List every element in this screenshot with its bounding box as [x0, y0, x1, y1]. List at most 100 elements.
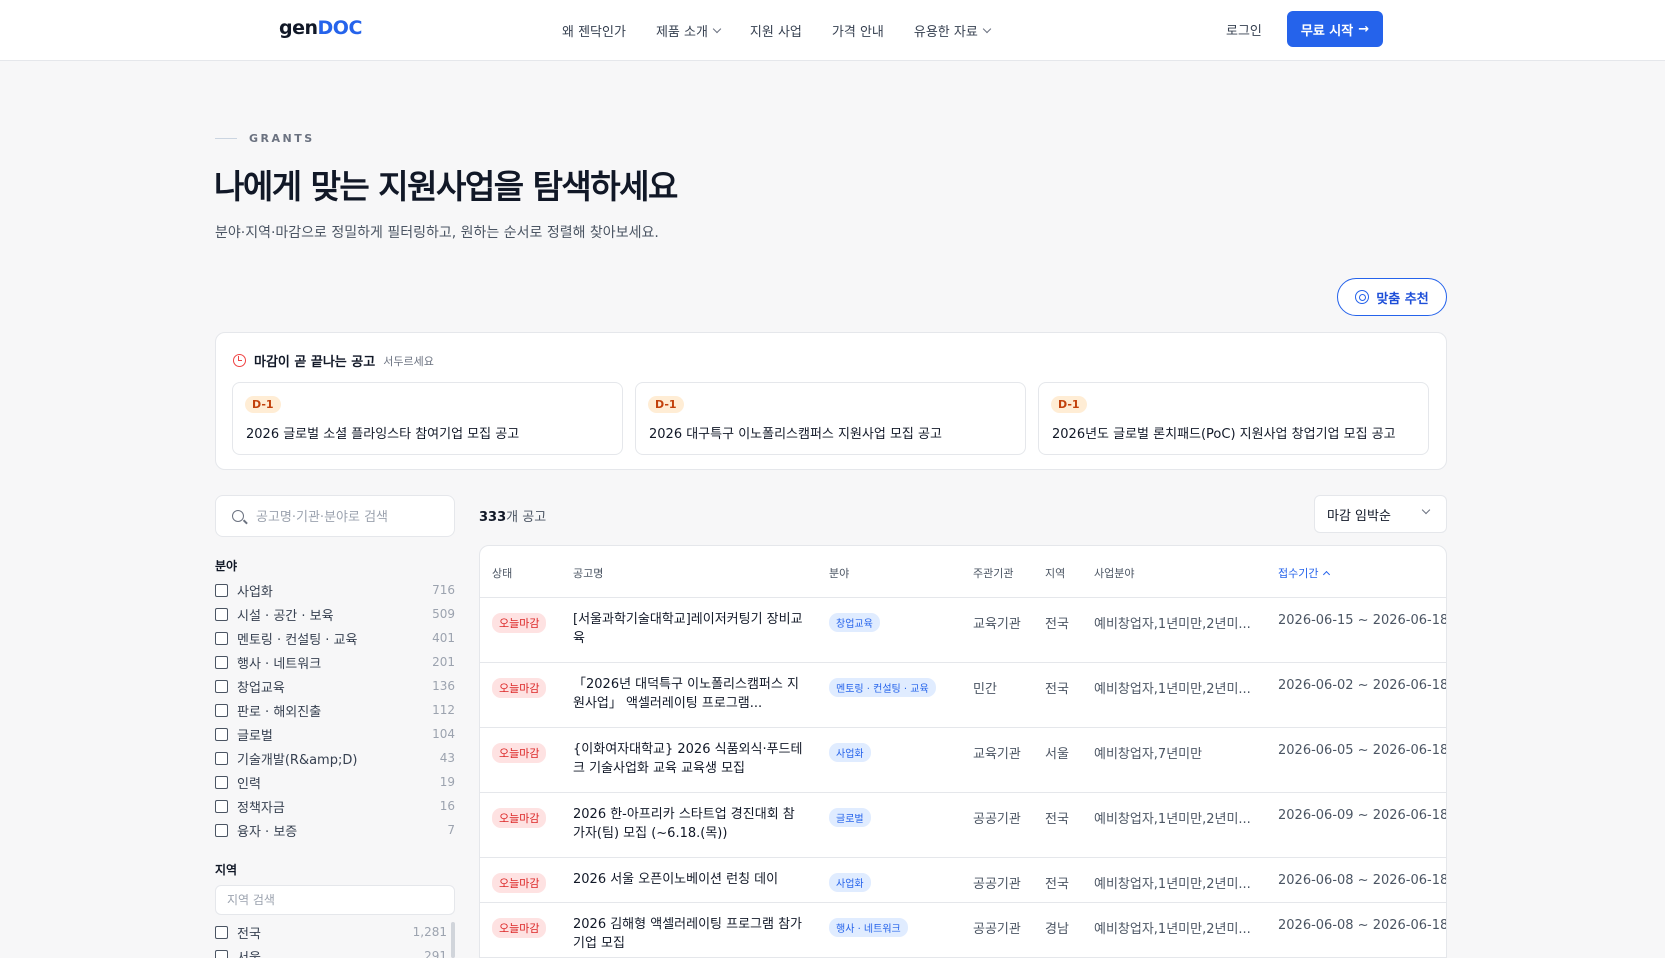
filter-count: 509 [432, 607, 455, 621]
deadline-title: 마감이 곧 끝나는 공고 [254, 355, 376, 370]
nav-item-product[interactable]: 제품 소개 [655, 21, 722, 40]
region-cell: 전국 [1045, 682, 1069, 697]
checkbox[interactable] [215, 631, 228, 645]
table-row[interactable]: 오늘마감 {이화여자대학교} 2026 식품외식·푸드테크 기술사업화 교육 교… [480, 728, 1446, 793]
filter-count: 7 [447, 823, 455, 837]
filter-option[interactable]: 행사 · 네트워크 201 [215, 650, 455, 674]
filter-label: 글로벌 [237, 728, 273, 744]
org-cell: 공공기관 [973, 922, 1021, 937]
filter-option[interactable]: 융자 · 보증 7 [215, 818, 455, 842]
column-header-region[interactable]: 지역 [1045, 565, 1065, 581]
deadline-card[interactable]: D-1 2026 대구특구 이노폴리스캠퍼스 지원사업 모집 공고 [635, 382, 1026, 455]
filter-option[interactable]: 정책자금 16 [215, 794, 455, 818]
table-row[interactable]: 오늘마감 [서울과학기술대학교]레이저커팅기 장비교육 창업교육 교육기관 전국… [480, 598, 1446, 663]
filter-count: 291 [424, 949, 447, 958]
filter-option[interactable]: 서울 291 [215, 944, 455, 958]
deadline-card-title: 2026년도 글로벌 론치패드(PoC) 지원사업 창업기업 모집 공고 [1052, 427, 1396, 442]
nav-item-pricing[interactable]: 가격 안내 [832, 21, 884, 40]
alarm-clock-icon [233, 354, 246, 367]
checkbox[interactable] [215, 679, 228, 693]
checkbox[interactable] [215, 727, 228, 741]
checkbox[interactable] [215, 949, 228, 958]
grant-title[interactable]: [서울과학기술대학교]레이저커팅기 장비교육 [573, 610, 803, 648]
table-row[interactable]: 오늘마감 2026 서울 오픈이노베이션 런칭 데이 사업화 공공기관 전국 예… [480, 858, 1447, 903]
recommend-button[interactable]: 맞춤 추천 [1337, 278, 1447, 316]
deadline-card[interactable]: D-1 2026 글로벌 소셜 플라잉스타 참여기업 모집 공고 [232, 382, 623, 455]
checkbox[interactable] [215, 775, 228, 789]
filter-option[interactable]: 기술개발(R&amp;D) 43 [215, 746, 455, 770]
grant-title[interactable]: 2026 김해형 액셀러레이팅 프로그램 참가기업 모집 [573, 915, 803, 953]
nav-item-label: 유용한 자료 [913, 25, 978, 40]
region-scrollbar[interactable] [451, 922, 455, 958]
org-cell: 교육기관 [973, 617, 1021, 632]
checkbox[interactable] [215, 799, 228, 813]
filter-label: 융자 · 보증 [237, 824, 298, 840]
nav-item-why[interactable]: 왜 젠닥인가 [562, 21, 626, 40]
login-link[interactable]: 로그인 [1226, 20, 1262, 39]
filter-option[interactable]: 사업화 716 [215, 578, 455, 602]
filter-count: 716 [432, 583, 455, 597]
grant-title[interactable]: 2026 서울 오픈이노베이션 런칭 데이 [573, 870, 803, 889]
search-input[interactable] [256, 507, 446, 527]
checkbox[interactable] [215, 703, 228, 717]
filter-option[interactable]: 창업교육 136 [215, 674, 455, 698]
filter-label: 인력 [237, 776, 261, 792]
deadline-hint: 서두르세요 [383, 354, 434, 368]
checkbox[interactable] [215, 655, 228, 669]
category-filter-heading: 분야 [215, 559, 238, 573]
target-icon [1355, 290, 1370, 304]
deadline-panel: 마감이 곧 끝나는 공고 서두르세요 D-1 2026 글로벌 소셜 플라잉스타… [215, 332, 1447, 470]
category-badge: 사업화 [829, 743, 871, 762]
table-row[interactable]: 오늘마감 2026 김해형 액셀러레이팅 프로그램 참가기업 모집 행사 · 네… [480, 903, 1446, 957]
filter-option[interactable]: 판로 · 해외진출 112 [215, 698, 455, 722]
checkbox[interactable] [215, 583, 228, 597]
filter-label: 시설 · 공간 · 보육 [237, 608, 334, 624]
column-header-business[interactable]: 사업분야 [1094, 565, 1134, 581]
period-cell: 2026-06-08 ~ 2026-06-18 [1278, 873, 1447, 888]
logo[interactable]: genDOC [279, 17, 362, 39]
filter-option[interactable]: 인력 19 [215, 770, 455, 794]
column-header-status[interactable]: 상태 [492, 565, 512, 581]
sort-select[interactable]: 마감 임박순 [1314, 495, 1447, 533]
logo-text: gen [279, 17, 318, 39]
region-cell: 전국 [1045, 877, 1069, 892]
table-row[interactable]: 오늘마감 「2026년 대덕특구 이노폴리스캠퍼스 지원사업」 액셀러레이팅 프… [480, 663, 1446, 728]
column-header-category[interactable]: 분야 [829, 565, 849, 581]
status-badge: 오늘마감 [492, 613, 547, 633]
status-badge: 오늘마감 [492, 873, 547, 893]
column-header-title[interactable]: 공고명 [573, 565, 603, 581]
checkbox[interactable] [215, 925, 228, 939]
filter-option[interactable]: 글로벌 104 [215, 722, 455, 746]
grant-title[interactable]: {이화여자대학교} 2026 식품외식·푸드테크 기술사업화 교육 교육생 모집 [573, 740, 803, 778]
checkbox[interactable] [215, 607, 228, 621]
column-header-period[interactable]: 접수기간 [1278, 565, 1331, 581]
business-cell: 예비창업자,1년미만,2년미... [1094, 617, 1251, 632]
grant-title[interactable]: 「2026년 대덕특구 이노폴리스캠퍼스 지원사업」 액셀러레이팅 프로그램..… [573, 675, 803, 713]
filter-option[interactable]: 전국 1,281 [215, 920, 455, 944]
checkbox[interactable] [215, 751, 228, 765]
filter-option[interactable]: 멘토링 · 컨설팅 · 교육 401 [215, 626, 455, 650]
category-badge: 창업교육 [829, 613, 880, 632]
org-cell: 민간 [973, 682, 997, 697]
status-badge: 오늘마감 [492, 678, 547, 698]
deadline-header: 마감이 곧 끝나는 공고 서두르세요 [233, 351, 434, 370]
checkbox[interactable] [215, 823, 228, 837]
nav-item-label: 지원 사업 [749, 25, 802, 40]
dday-badge: D-1 [648, 396, 684, 413]
status-badge: 오늘마감 [492, 918, 547, 938]
free-start-button[interactable]: 무료 시작 → [1287, 11, 1383, 47]
column-header-org[interactable]: 주관기관 [973, 565, 1013, 581]
nav-item-label: 제품 소개 [655, 25, 708, 40]
nav-item-resources[interactable]: 유용한 자료 [913, 21, 992, 40]
filter-option[interactable]: 시설 · 공간 · 보육 509 [215, 602, 455, 626]
chevron-down-icon [982, 24, 992, 33]
grant-title[interactable]: 2026 한-아프리카 스타트업 경진대회 참가자(팀) 모집 (~6.18.(… [573, 805, 803, 843]
region-search-input[interactable] [215, 885, 455, 915]
nav-item-label: 왜 젠닥인가 [562, 25, 626, 40]
deadline-card[interactable]: D-1 2026년도 글로벌 론치패드(PoC) 지원사업 창업기업 모집 공고 [1038, 382, 1429, 455]
filter-label: 기술개발(R&amp;D) [237, 752, 358, 768]
nav-item-grants[interactable]: 지원 사업 [750, 21, 802, 40]
eyebrow: GRANTS [215, 132, 315, 145]
table-header: 상태 공고명 분야 주관기관 지역 사업분야 접수기간 [480, 546, 1446, 598]
table-row[interactable]: 오늘마감 2026 한-아프리카 스타트업 경진대회 참가자(팀) 모집 (~6… [480, 793, 1446, 858]
